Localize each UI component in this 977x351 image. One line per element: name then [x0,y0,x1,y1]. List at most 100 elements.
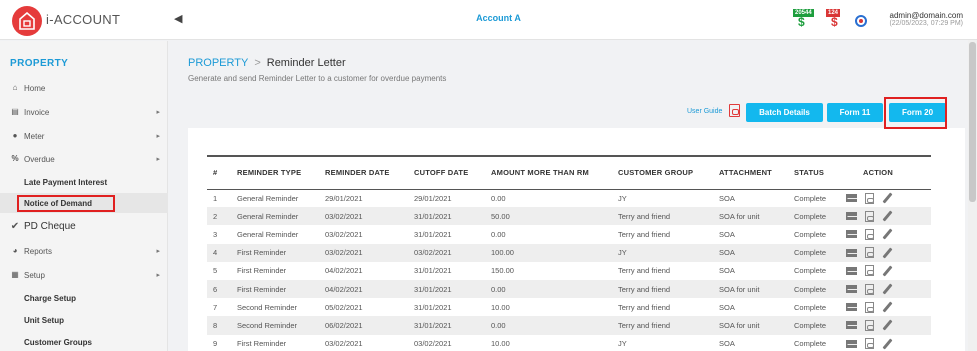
attachment: SOA [713,189,788,208]
amount: 10.00 [485,334,612,351]
sidebar-item-notice-of-demand[interactable]: Notice of Demand [0,193,168,213]
notification-green[interactable]: 20544 $ [793,9,814,29]
edit-icon[interactable] [882,211,892,221]
pdf-icon[interactable] [865,192,874,204]
sidebar-item-label: Meter [24,132,45,141]
action-cell [840,316,931,335]
edit-icon[interactable] [882,193,892,203]
sidebar: PROPERTY ⌂ Home ▤ Invoice ▸ ● Meter ▸ % … [0,41,168,351]
edit-icon[interactable] [882,248,892,258]
scrollbar[interactable] [968,40,977,351]
edit-icon[interactable] [882,339,892,349]
sidebar-item-unit-setup[interactable]: Unit Setup [0,310,168,330]
page-title: Reminder Letter [266,57,346,69]
reminder-date: 03/02/2021 [319,334,408,351]
home-icon: ⌂ [12,83,18,92]
sidebar-item-setup[interactable]: ▦ Setup ▸ [0,265,168,285]
email-icon[interactable] [846,285,857,294]
table-row[interactable]: 4 First Reminder 03/02/2021 03/02/2021 100.0… [207,243,931,262]
email-icon[interactable] [846,194,857,203]
status: Complete [788,334,840,351]
pdf-icon[interactable] [865,265,874,277]
customer-group: JY [612,189,713,208]
row-number: 3 [207,225,231,244]
sidebar-item-meter[interactable]: ● Meter ▸ [0,126,168,146]
action-cell [840,261,931,280]
edit-icon[interactable] [882,302,892,312]
dollar-in-icon: $ [798,15,805,29]
pdf-icon[interactable] [865,283,874,295]
table-row[interactable]: 5 First Reminder 04/02/2021 31/01/2021 150.0… [207,261,931,280]
batch-details-button[interactable]: Batch Details [746,103,823,122]
sidebar-item-home[interactable]: ⌂ Home [0,78,168,98]
table-row[interactable]: 9 First Reminder 03/02/2021 03/02/2021 10.00… [207,334,931,351]
email-icon[interactable] [846,212,857,221]
email-icon[interactable] [846,266,857,275]
sidebar-item-label: Customer Groups [24,338,93,347]
cutoff-date: 31/01/2021 [408,225,485,244]
column-header: CUTOFF DATE [408,156,485,190]
table-row[interactable]: 3 General Reminder 03/02/2021 31/01/2021 0.0… [207,225,931,244]
email-icon[interactable] [846,303,857,312]
sidebar-item-label: Overdue [24,155,55,164]
pdf-icon[interactable] [865,319,874,331]
table-row[interactable]: 1 General Reminder 29/01/2021 29/01/2021 0.0… [207,189,931,208]
edit-icon[interactable] [882,284,892,294]
attachment: SOA for unit [713,316,788,335]
email-icon[interactable] [846,248,857,257]
notification-red[interactable]: 124 $ [826,9,846,29]
pdf-icon[interactable] [865,338,874,350]
pdf-icon[interactable] [865,247,874,259]
percent-icon: % [11,154,19,163]
column-header: AMOUNT MORE THAN RM [485,156,612,190]
sidebar-item-reports[interactable]: ◕ Reports ▸ [0,241,168,261]
row-number: 8 [207,316,231,335]
table-row[interactable]: 8 Second Reminder 06/02/2021 31/01/2021 0.00… [207,316,931,335]
attachment: SOA [713,261,788,280]
user-email[interactable]: admin@domain.com [890,11,963,20]
customer-group: Terry and friend [612,316,713,335]
action-cell [840,243,931,262]
sidebar-item-late-payment-interest[interactable]: Late Payment Interest [0,172,168,192]
pdf-icon[interactable] [729,104,740,117]
sidebar-item-charge-setup[interactable]: Charge Setup [0,288,168,308]
status: Complete [788,207,840,226]
pdf-icon[interactable] [865,301,874,313]
email-icon[interactable] [846,230,857,239]
column-header: REMINDER DATE [319,156,408,190]
edit-icon[interactable] [882,229,892,239]
invoice-icon: ▤ [11,107,19,116]
email-icon[interactable] [846,339,857,348]
table-row[interactable]: 7 Second Reminder 05/02/2021 31/01/2021 10.0… [207,298,931,317]
sidebar-item-pd-cheque[interactable]: ✔ PD Cheque [0,217,168,237]
column-header: ACTION [840,156,931,190]
table-row[interactable]: 6 First Reminder 04/02/2021 31/01/2021 0.00 T… [207,279,931,299]
attachment: SOA for unit [713,207,788,226]
pdf-icon[interactable] [865,228,874,240]
sidebar-item-overdue[interactable]: % Overdue ▸ [0,149,168,169]
cutoff-date: 31/01/2021 [408,298,485,317]
action-cell [840,207,931,226]
form-11-button[interactable]: Form 11 [827,103,883,122]
scrollbar-thumb[interactable] [969,42,976,202]
sidebar-item-customer-groups[interactable]: Customer Groups [0,332,168,351]
sidebar-item-label: Late Payment Interest [24,178,108,187]
amount: 50.00 [485,207,612,226]
sidebar-item-invoice[interactable]: ▤ Invoice ▸ [0,102,168,122]
email-icon[interactable] [846,321,857,330]
reminder-date: 04/02/2021 [319,261,408,280]
breadcrumb-separator: > [254,57,261,69]
customer-group: Terry and friend [612,298,713,317]
row-number: 9 [207,334,231,351]
user-guide-link[interactable]: User Guide [687,108,722,115]
action-cell [840,298,931,317]
edit-icon[interactable] [882,320,892,330]
edit-icon[interactable] [882,266,892,276]
pdf-icon[interactable] [865,210,874,222]
breadcrumb-root[interactable]: PROPERTY [188,57,248,69]
user-avatar-icon[interactable] [855,15,867,27]
action-cell [840,189,931,208]
table-row[interactable]: 2 General Reminder 03/02/2021 31/01/2021 50.… [207,207,931,226]
attachment: SOA [713,243,788,262]
amount: 0.00 [485,225,612,244]
